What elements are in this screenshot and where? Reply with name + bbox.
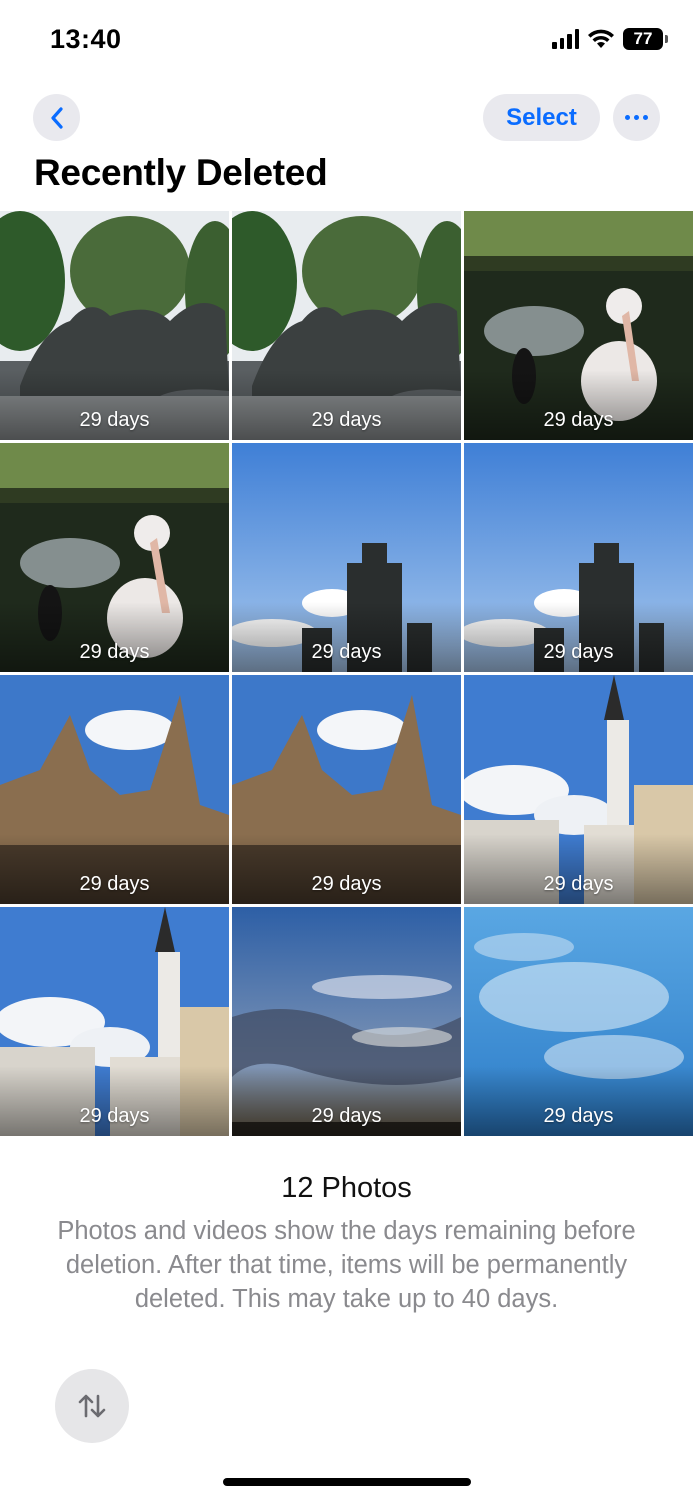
photo-thumbnail[interactable]: 29 days: [464, 907, 693, 1136]
photo-count: 12 Photos: [281, 1172, 412, 1204]
status-bar: 13:40 77: [0, 0, 693, 84]
days-remaining-label: 29 days: [543, 409, 614, 431]
more-button[interactable]: [613, 94, 660, 141]
days-remaining-label: 29 days: [79, 873, 150, 895]
sort-button[interactable]: [55, 1369, 129, 1443]
photo-thumbnail[interactable]: 29 days: [0, 907, 229, 1136]
home-indicator[interactable]: [223, 1478, 471, 1486]
photo-thumbnail[interactable]: 29 days: [232, 443, 461, 672]
photo-thumbnail[interactable]: 29 days: [0, 211, 229, 440]
photo-grid: 29 days 29 days 29 days 29 days 29 days …: [0, 211, 693, 1136]
battery-level: 77: [633, 29, 653, 48]
days-remaining-label: 29 days: [311, 641, 382, 663]
back-button[interactable]: [33, 94, 80, 141]
days-remaining-label: 29 days: [311, 409, 382, 431]
days-remaining-label: 29 days: [79, 641, 150, 663]
wifi-icon: [588, 29, 614, 48]
photo-thumbnail[interactable]: 29 days: [232, 907, 461, 1136]
photo-thumbnail[interactable]: 29 days: [0, 675, 229, 904]
photo-thumbnail[interactable]: 29 days: [0, 443, 229, 672]
days-remaining-label: 29 days: [79, 1105, 150, 1127]
photo-thumbnail[interactable]: 29 days: [464, 675, 693, 904]
select-button[interactable]: Select: [483, 94, 600, 141]
chevron-left-icon: [50, 106, 63, 129]
days-remaining-label: 29 days: [543, 641, 614, 663]
sort-arrows-icon: [78, 1394, 106, 1418]
battery-icon: 77: [623, 28, 668, 50]
page-title: Recently Deleted: [34, 152, 328, 193]
days-remaining-label: 29 days: [79, 409, 150, 431]
signal-icon: [552, 29, 579, 49]
photo-thumbnail[interactable]: 29 days: [464, 211, 693, 440]
photo-thumbnail[interactable]: 29 days: [232, 211, 461, 440]
photo-thumbnail[interactable]: 29 days: [232, 675, 461, 904]
status-time: 13:40: [50, 24, 122, 54]
days-remaining-label: 29 days: [311, 1105, 382, 1127]
days-remaining-label: 29 days: [543, 873, 614, 895]
days-remaining-label: 29 days: [543, 1105, 614, 1127]
status-icons: 77: [552, 28, 668, 50]
ellipsis-icon: [623, 115, 650, 120]
days-remaining-label: 29 days: [311, 873, 382, 895]
photo-thumbnail[interactable]: 29 days: [464, 443, 693, 672]
deletion-note: Photos and videos show the days remainin…: [57, 1217, 636, 1313]
